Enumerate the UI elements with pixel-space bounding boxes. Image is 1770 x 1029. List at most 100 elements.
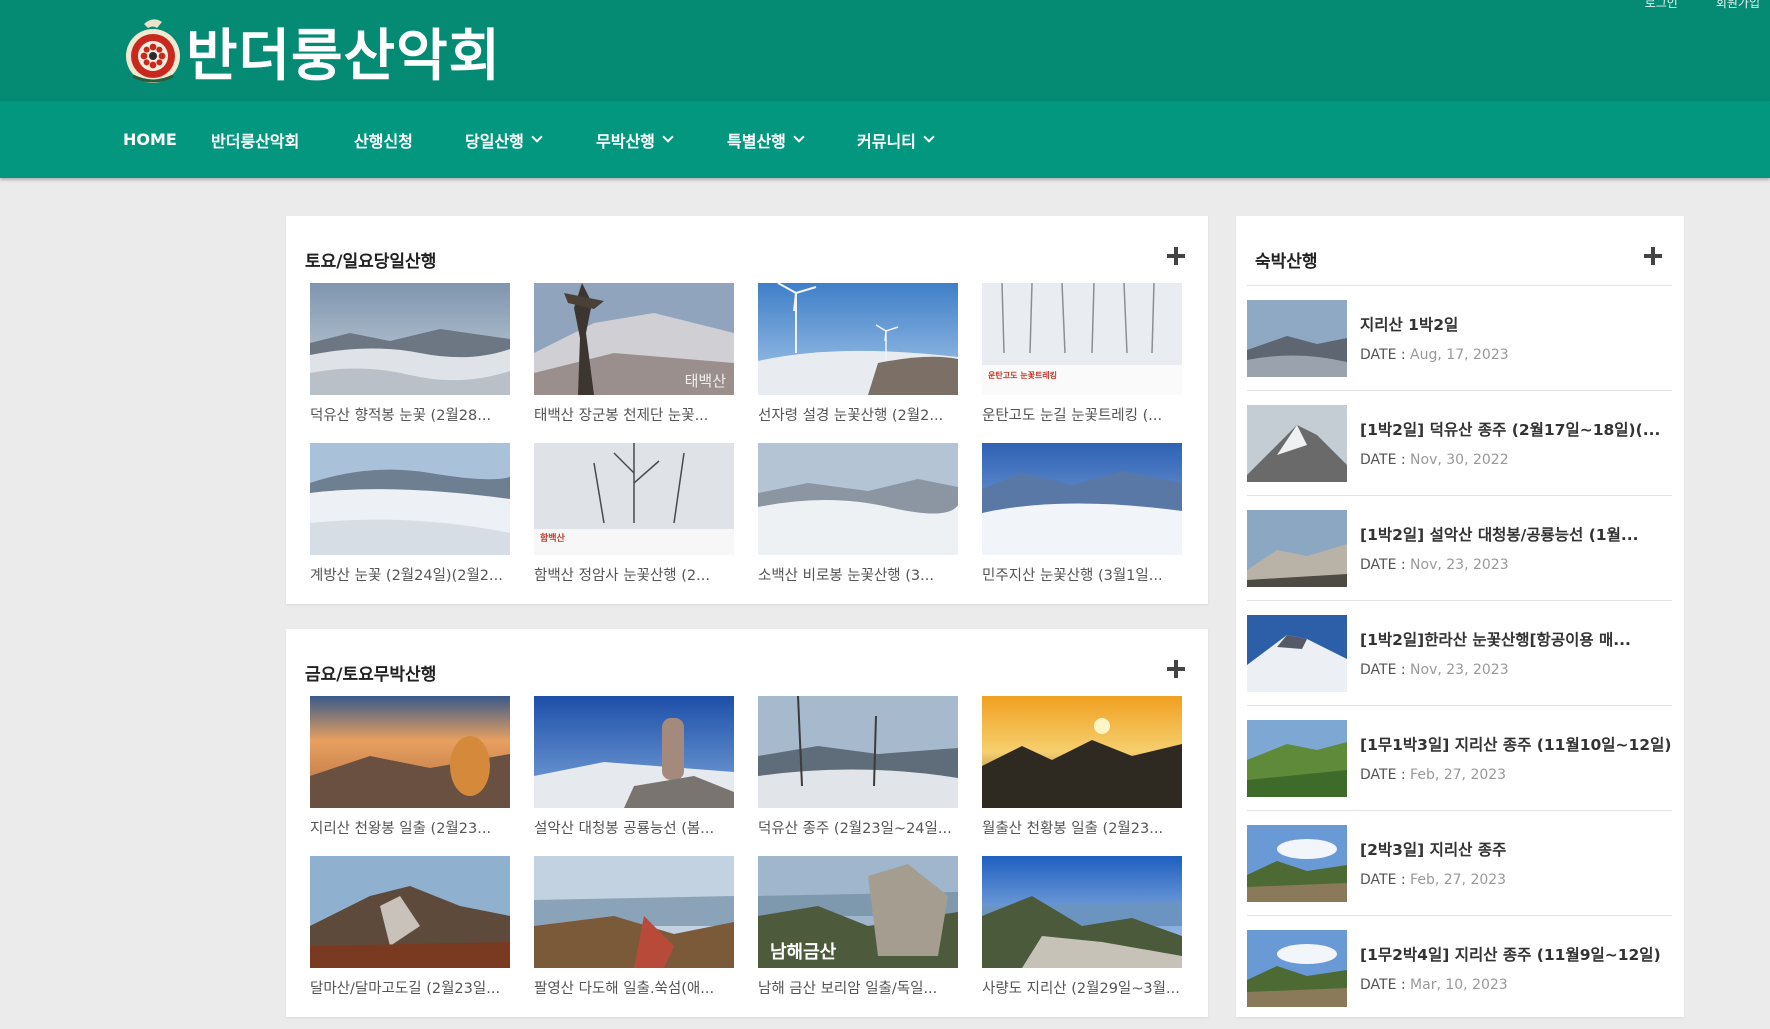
item-date: DATE : Mar, 10, 2023 xyxy=(1360,977,1672,993)
nav-label: 당일산행 xyxy=(465,131,524,151)
list-item[interactable]: 지리산 1박2일 DATE : Aug, 17, 2023 xyxy=(1247,285,1672,390)
gallery-card[interactable]: 사량도 지리산 (2월29일~3월... xyxy=(982,856,1182,998)
thumbnail xyxy=(310,856,510,968)
thumbnail-label: 남해금산 xyxy=(770,942,837,963)
gallery-card[interactable]: 계방산 눈꽃 (2월24일)(2월2... xyxy=(310,443,510,585)
nav-label: 산행신청 xyxy=(354,131,413,151)
card-caption: 태백산 장군봉 천제단 눈꽃... xyxy=(534,408,709,424)
thumbnail-label: 운탄고도 눈꽃트레킹 xyxy=(988,371,1058,380)
list-item[interactable]: [1박2일]한라산 눈꽃산행[항공이용 매... DATE : Nov, 23,… xyxy=(1247,600,1672,705)
list-item[interactable]: [1무2박4일] 지리산 종주 (11월9일~12일) DATE : Mar, … xyxy=(1247,915,1672,1020)
nav-apply[interactable]: 산행신청 xyxy=(354,128,465,152)
list-item[interactable]: [1박2일] 덕유산 종주 (2월17일~18일)(... DATE : Nov… xyxy=(1247,390,1672,495)
gallery-grid: 덕유산 향적봉 눈꽃 (2월28... 태백산 태백산 장군봉 천제단 눈꽃..… xyxy=(310,283,1182,585)
date-value: Aug, 17, 2023 xyxy=(1410,347,1509,363)
night-hike-panel: 금요/토요무박산행 지리산 천왕봉 일출 (2월23... 설악산 대청봉 공룡… xyxy=(286,629,1208,1017)
thumbnail: 태백산 xyxy=(534,283,734,395)
login-link[interactable]: 로그인 xyxy=(1645,0,1678,11)
date-label: DATE : xyxy=(1360,767,1406,783)
card-caption: 덕유산 종주 (2월23일~24일... xyxy=(758,821,952,837)
gallery-card[interactable]: 남해금산 남해 금산 보리암 일출/독일... xyxy=(758,856,958,998)
gallery-card[interactable]: 지리산 천왕봉 일출 (2월23... xyxy=(310,696,510,838)
card-caption: 팔영산 다도해 일출.쑥섬(애... xyxy=(534,981,715,997)
date-value: Feb, 27, 2023 xyxy=(1410,767,1507,783)
nav-label: 무박산행 xyxy=(596,131,655,151)
plus-icon[interactable] xyxy=(1167,660,1185,678)
nav-label: 특별산행 xyxy=(727,131,786,151)
nav-club[interactable]: 반더룽산악회 xyxy=(211,128,354,152)
date-label: DATE : xyxy=(1360,347,1406,363)
site-title: 반더룽산악회 xyxy=(186,23,502,89)
thumbnail xyxy=(1247,509,1347,587)
gallery-card[interactable]: 태백산 태백산 장군봉 천제단 눈꽃... xyxy=(534,283,734,425)
panel-title: 금요/토요무박산행 xyxy=(305,665,437,685)
gallery-card[interactable]: 달마산/달마고도길 (2월23일... xyxy=(310,856,510,998)
list-item[interactable]: [1무1박3일] 지리산 종주 (11월10일~12일) DATE : Feb,… xyxy=(1247,705,1672,810)
thumbnail xyxy=(534,856,734,968)
item-date: DATE : Nov, 23, 2023 xyxy=(1360,557,1672,573)
list-item[interactable]: [2박3일] 지리산 종주 DATE : Feb, 27, 2023 xyxy=(1247,810,1672,915)
panel-title: 토요/일요당일산행 xyxy=(305,252,437,272)
gallery-card[interactable]: 함백산 함백산 정암사 눈꽃산행 (2... xyxy=(534,443,734,585)
nav-label: HOME xyxy=(123,130,177,149)
gallery-card[interactable]: 덕유산 종주 (2월23일~24일... xyxy=(758,696,958,838)
chevron-down-icon xyxy=(662,131,674,143)
overnight-list: 지리산 1박2일 DATE : Aug, 17, 2023 [1박2일] 덕유산… xyxy=(1247,285,1672,1020)
thumbnail xyxy=(1247,929,1347,1007)
nav-label: 커뮤니티 xyxy=(857,131,916,151)
site-header: 반더룽산악회 로그인 회원가입 xyxy=(0,0,1770,101)
nav-night-hike[interactable]: 무박산행 xyxy=(596,128,727,152)
card-caption: 설악산 대청봉 공룡능선 (봄... xyxy=(534,821,715,837)
panel-title: 숙박산행 xyxy=(1255,252,1318,272)
plus-icon[interactable] xyxy=(1644,247,1662,265)
date-value: Nov, 23, 2023 xyxy=(1410,662,1509,678)
nav-day-hike[interactable]: 당일산행 xyxy=(465,128,596,152)
thumbnail: 함백산 xyxy=(534,443,734,555)
gallery-card[interactable]: 소백산 비로봉 눈꽃산행 (3... xyxy=(758,443,958,585)
list-item[interactable]: [1박2일] 설악산 대청봉/공룡능선 (1월... DATE : Nov, 2… xyxy=(1247,495,1672,600)
nav-community[interactable]: 커뮤니티 xyxy=(857,128,977,152)
thumbnail xyxy=(1247,614,1347,692)
thumbnail xyxy=(758,283,958,395)
gallery-card[interactable]: 설악산 대청봉 공룡능선 (봄... xyxy=(534,696,734,838)
thumbnail xyxy=(982,696,1182,808)
nav-special-hike[interactable]: 특별산행 xyxy=(727,128,857,152)
thumbnail xyxy=(758,443,958,555)
card-caption: 민주지산 눈꽃산행 (3월1일... xyxy=(982,568,1163,584)
thumbnail-label: 태백산 xyxy=(684,372,726,390)
thumbnail-label: 함백산 xyxy=(540,534,565,544)
thumbnail xyxy=(1247,824,1347,902)
gallery-grid: 지리산 천왕봉 일출 (2월23... 설악산 대청봉 공룡능선 (봄... 덕… xyxy=(310,696,1182,998)
date-value: Nov, 30, 2022 xyxy=(1410,452,1509,468)
main-nav: HOME 반더룽산악회 산행신청 당일산행 무박산행 특별산행 커뮤니티 xyxy=(0,101,1770,178)
date-label: DATE : xyxy=(1360,977,1406,993)
item-title: [2박3일] 지리산 종주 xyxy=(1360,841,1507,859)
card-caption: 함백산 정암사 눈꽃산행 (2... xyxy=(534,568,710,584)
thumbnail xyxy=(310,443,510,555)
gallery-card[interactable]: 선자령 설경 눈꽃산행 (2월2... xyxy=(758,283,958,425)
nav-home[interactable]: HOME xyxy=(123,130,211,149)
signup-link[interactable]: 회원가입 xyxy=(1716,0,1760,11)
gallery-card[interactable]: 덕유산 향적봉 눈꽃 (2월28... xyxy=(310,283,510,425)
card-caption: 남해 금산 보리암 일출/독일... xyxy=(758,981,938,997)
chevron-down-icon xyxy=(531,131,543,143)
top-links: 로그인 회원가입 xyxy=(1645,0,1760,11)
date-value: Feb, 27, 2023 xyxy=(1410,872,1507,888)
date-label: DATE : xyxy=(1360,872,1406,888)
thumbnail xyxy=(534,696,734,808)
item-date: DATE : Aug, 17, 2023 xyxy=(1360,347,1672,363)
item-date: DATE : Feb, 27, 2023 xyxy=(1360,872,1672,888)
item-date: DATE : Feb, 27, 2023 xyxy=(1360,767,1672,783)
card-caption: 달마산/달마고도길 (2월23일... xyxy=(310,981,501,997)
date-value: Nov, 23, 2023 xyxy=(1410,557,1509,573)
thumbnail: 운탄고도 눈꽃트레킹 xyxy=(982,283,1182,395)
chevron-down-icon xyxy=(793,131,805,143)
gallery-card[interactable]: 월출산 천황봉 일출 (2월23... xyxy=(982,696,1182,838)
gallery-card[interactable]: 팔영산 다도해 일출.쑥섬(애... xyxy=(534,856,734,998)
site-logo[interactable]: 반더룽산악회 xyxy=(124,14,501,89)
card-caption: 계방산 눈꽃 (2월24일)(2월2... xyxy=(310,568,503,584)
plus-icon[interactable] xyxy=(1167,247,1185,265)
thumbnail xyxy=(1247,719,1347,797)
gallery-card[interactable]: 운탄고도 눈꽃트레킹 운탄고도 눈길 눈꽃트레킹 (... xyxy=(982,283,1182,425)
gallery-card[interactable]: 민주지산 눈꽃산행 (3월1일... xyxy=(982,443,1182,585)
